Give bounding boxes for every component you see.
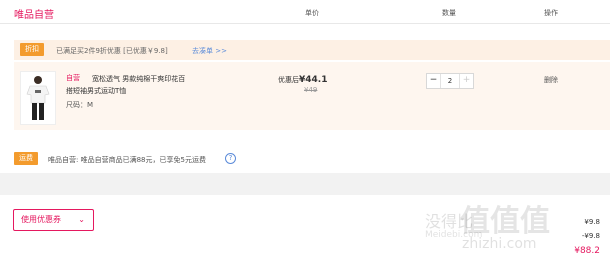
cart-item: 自营 宽松透气 男款纯棉干爽印花百搭短袖男式运动T恤 尺码：M 优惠后¥44.1… [14, 62, 610, 130]
cart-panel: 唯品自营 单价 数量 操作 折扣 已满足买2件9折优惠 [已优惠￥9.8] 去凑… [0, 0, 610, 173]
column-quantity: 数量 [442, 9, 456, 17]
cart-header: 唯品自营 单价 数量 操作 [0, 0, 610, 24]
promo-text: 已满足买2件9折优惠 [已优惠￥9.8] [56, 47, 168, 55]
summary-discount: ¥9.8 [584, 218, 600, 226]
summary-total: ¥88.2 [574, 246, 600, 256]
watermark-domain: zhizhi.com [462, 236, 537, 252]
decrease-button[interactable]: − [427, 74, 441, 88]
size-value: M [87, 101, 94, 109]
size-label: 尺码： [66, 101, 87, 109]
chevron-down-icon: ⌄ [78, 215, 85, 224]
add-more-link[interactable]: 去凑单 >> [192, 46, 227, 56]
coupon-button-label: 使用优惠券 [21, 215, 61, 224]
tshirt-model-icon [26, 76, 50, 120]
shipping-tag: 运费 [14, 152, 38, 165]
column-price: 单价 [305, 9, 319, 17]
price-after-discount: 优惠后¥44.1 [278, 75, 327, 85]
product-size: 尺码：M [66, 100, 93, 110]
summary-saved: -¥9.8 [581, 232, 600, 240]
help-icon[interactable]: ? [225, 153, 236, 164]
promo-strip: 折扣 已满足买2件9折优惠 [已优惠￥9.8] 去凑单 >> [14, 40, 610, 60]
shipping-text: 唯品自营: 唯品自营商品已满88元，已享免5元运费 [48, 156, 206, 164]
store-title: 唯品自营 [14, 10, 54, 21]
delete-button[interactable]: 删除 [544, 75, 558, 85]
original-price: ¥49 [304, 86, 318, 94]
price-value: ¥44.1 [299, 75, 328, 85]
column-operations: 操作 [544, 9, 558, 17]
shipping-row: 运费 唯品自营: 唯品自营商品已满88元，已享免5元运费 ? [14, 152, 610, 168]
product-title[interactable]: 宽松透气 男款纯棉干爽印花百搭短袖男式运动T恤 [66, 73, 190, 97]
discount-tag: 折扣 [20, 43, 44, 56]
price-label: 优惠后 [278, 76, 299, 84]
quantity-stepper: − 2 + [426, 73, 474, 89]
use-coupon-button[interactable]: 使用优惠券 ⌄ [13, 209, 94, 231]
product-image[interactable] [20, 71, 56, 125]
quantity-input[interactable]: 2 [441, 74, 459, 88]
increase-button[interactable]: + [459, 74, 473, 88]
watermark-site: 没得比 [425, 212, 474, 231]
